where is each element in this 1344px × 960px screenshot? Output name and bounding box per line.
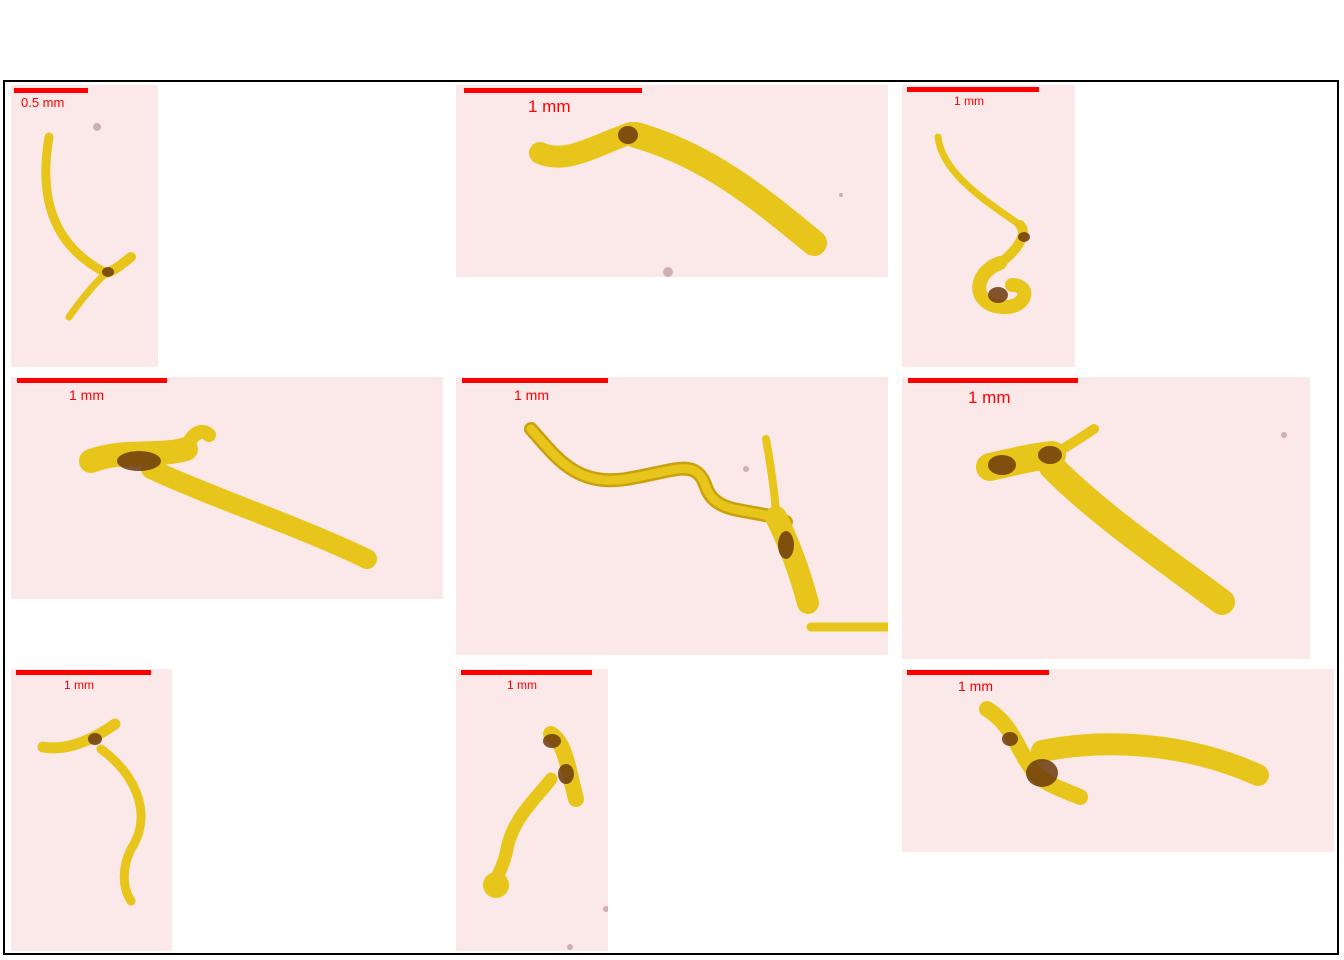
specimen-panel-9: 1 mm — [902, 669, 1334, 852]
specimen-image-5 — [524, 422, 888, 632]
specimen-image-1 — [41, 123, 136, 321]
scale-bar — [908, 378, 1078, 383]
specimen-panel-4: 1 mm — [11, 377, 443, 599]
specimen-panel-8: 1 mm — [456, 669, 608, 951]
scale-bar-label: 1 mm — [69, 387, 104, 403]
scale-bar-label: 1 mm — [528, 97, 571, 116]
specimen-panel-3: 1 mm — [902, 85, 1075, 367]
specimen-image-6 — [976, 424, 1287, 615]
specimen-image-2 — [529, 122, 843, 277]
specimen-image-7 — [37, 718, 146, 906]
scale-bar — [461, 670, 592, 675]
specimen-panel-7: 1 mm — [11, 669, 172, 951]
scale-bar-label: 1 mm — [954, 94, 984, 108]
scale-bar — [16, 670, 151, 675]
scale-bar — [17, 378, 167, 383]
specimen-panel-1: 0.5 mm — [11, 85, 158, 367]
scale-bar — [907, 670, 1049, 675]
scale-bar-label: 1 mm — [968, 388, 1011, 407]
specimen-panel-5: 1 mm — [456, 377, 888, 655]
scale-bar — [14, 88, 88, 93]
specimen-image-9 — [979, 701, 1269, 805]
scale-bar-label: 1 mm — [514, 387, 549, 403]
scale-bar-label: 1 mm — [64, 678, 94, 692]
scale-bar-label: 1 mm — [958, 678, 993, 694]
scale-bar-label: 1 mm — [507, 678, 537, 692]
specimen-image-3 — [934, 133, 1032, 315]
scale-bar — [462, 378, 608, 383]
specimen-image-4 — [79, 424, 377, 569]
scale-bar — [464, 88, 642, 93]
scale-bar — [907, 87, 1039, 92]
specimen-panel-6: 1 mm — [902, 377, 1310, 659]
specimen-panel-2: 1 mm — [456, 85, 888, 277]
specimen-image-8 — [483, 726, 608, 950]
scale-bar-label: 0.5 mm — [21, 95, 65, 110]
